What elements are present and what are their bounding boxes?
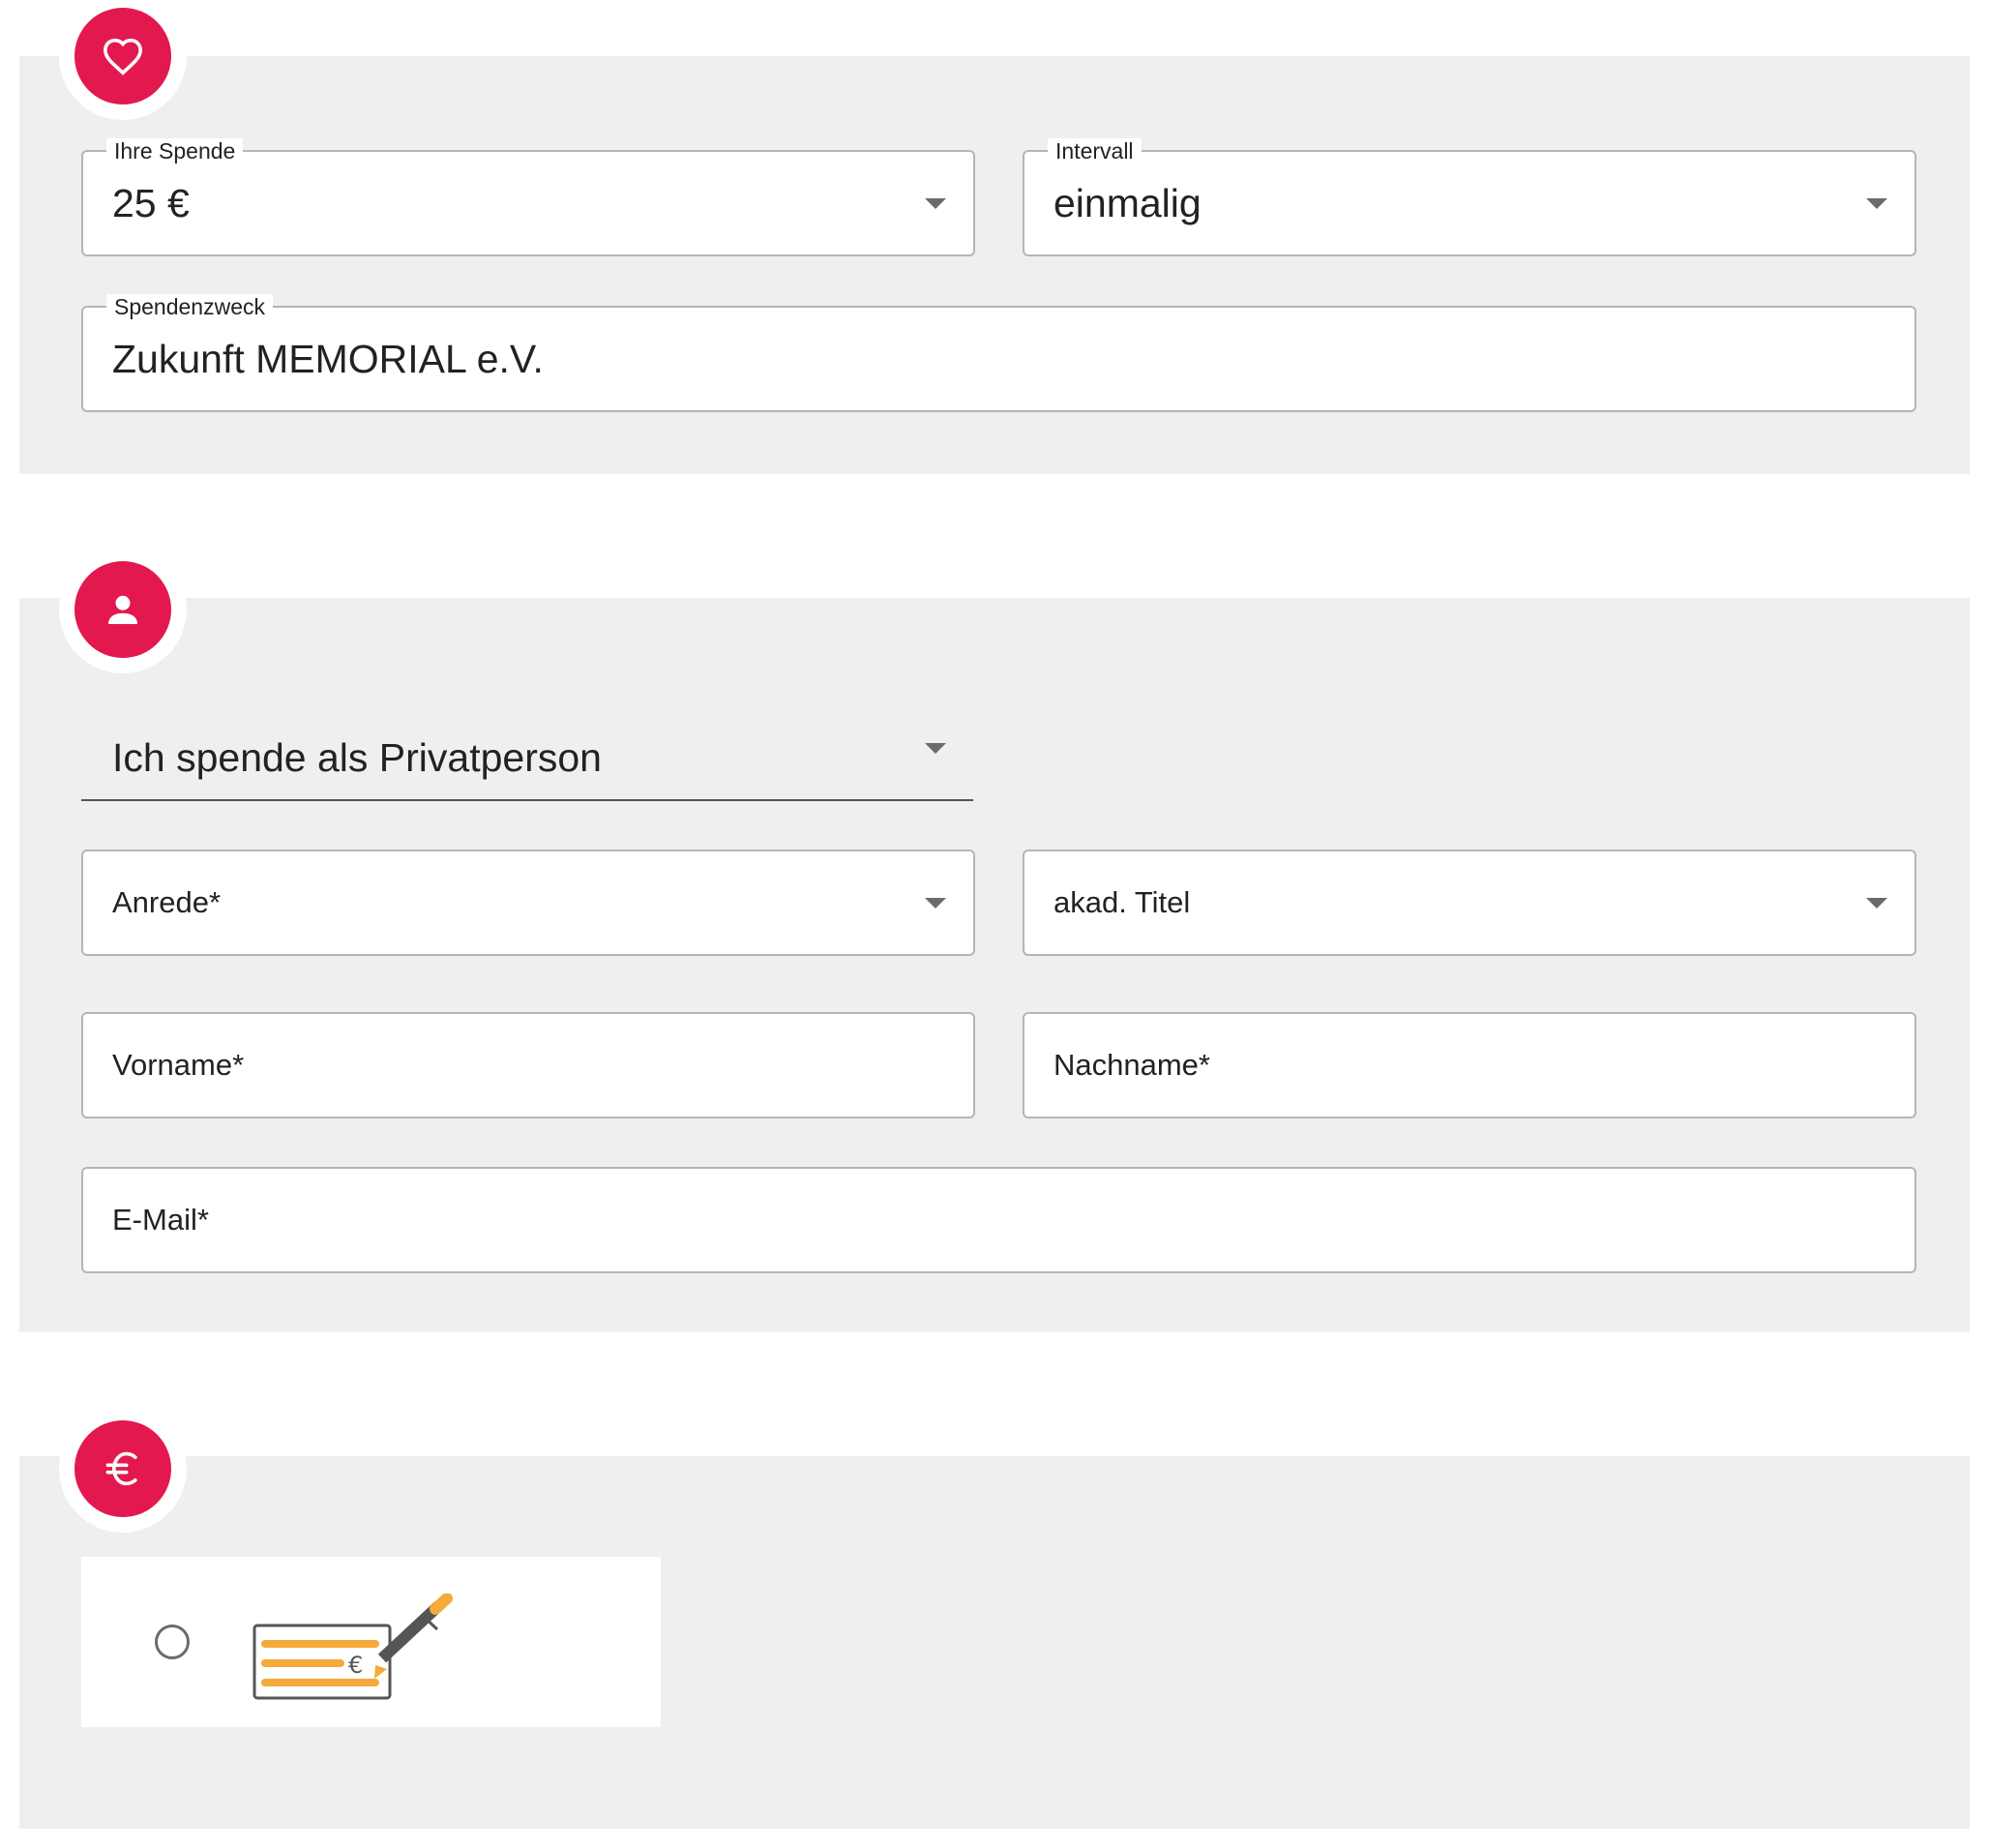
firstname-label: Vorname*: [112, 1048, 245, 1082]
heart-icon: [103, 38, 143, 75]
chevron-down-icon: [925, 898, 946, 909]
donor-type-value: Ich spende als Privatperson: [112, 735, 602, 780]
email-field[interactable]: E-Mail*: [81, 1167, 1916, 1273]
personal-section: Anrede* akad. Titel Vorname* Nachname* E…: [19, 598, 1970, 1332]
donor-type-select[interactable]: Ich spende als Privatperson: [81, 716, 973, 801]
salutation-select[interactable]: Anrede*: [81, 849, 975, 956]
salutation-label: Anrede*: [112, 885, 222, 919]
lastname-label: Nachname*: [1054, 1048, 1210, 1082]
donation-section: Ihre Spende 25 € Intervall einmalig Spen…: [19, 56, 1970, 474]
cheque-icon: €: [252, 1594, 453, 1700]
payment-radio[interactable]: [155, 1624, 190, 1659]
purpose-field[interactable]: Spendenzweck Zukunft MEMORIAL e.V.: [81, 294, 1916, 412]
chevron-down-icon: [925, 743, 946, 754]
purpose-value: Zukunft MEMORIAL e.V.: [112, 336, 544, 381]
chevron-down-icon: [925, 198, 946, 209]
lastname-field[interactable]: Nachname*: [1023, 1012, 1916, 1118]
euro-badge: [74, 1420, 171, 1517]
heart-badge: [74, 8, 171, 104]
amount-select[interactable]: Ihre Spende 25 €: [81, 138, 975, 256]
amount-value: 25 €: [112, 180, 190, 225]
interval-select[interactable]: Intervall einmalig: [1023, 138, 1916, 256]
payment-option-cheque[interactable]: €: [81, 1557, 661, 1727]
cheque-currency: €: [348, 1652, 363, 1679]
person-badge: [74, 561, 171, 658]
person-icon: [108, 595, 137, 624]
firstname-field[interactable]: Vorname*: [81, 1012, 975, 1118]
title-select[interactable]: akad. Titel: [1023, 849, 1916, 956]
badge-ring: [59, 1405, 187, 1533]
chevron-down-icon: [1866, 198, 1887, 209]
title-label: akad. Titel: [1054, 885, 1191, 919]
badge-ring: [59, 546, 187, 673]
email-label: E-Mail*: [112, 1203, 209, 1237]
chevron-down-icon: [1866, 898, 1887, 909]
euro-icon: [105, 1451, 137, 1486]
interval-value: einmalig: [1054, 180, 1202, 225]
